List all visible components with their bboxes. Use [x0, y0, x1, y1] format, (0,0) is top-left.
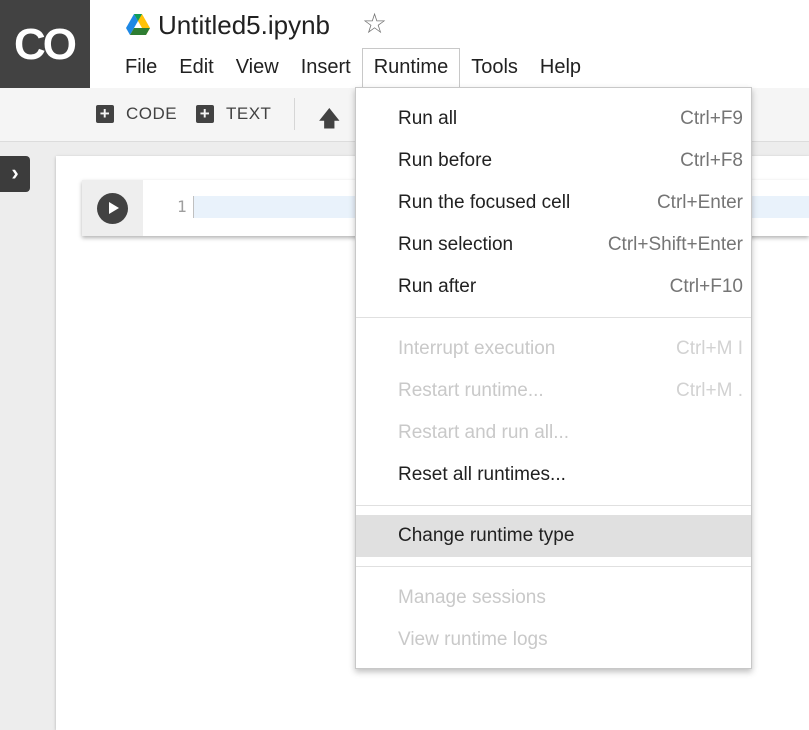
menu-edit[interactable]: Edit [168, 48, 224, 88]
move-cell-up-icon[interactable]: 🡅 [318, 102, 341, 140]
menu-item-label: View runtime logs [398, 629, 548, 650]
menu-item-interrupt-execution: Interrupt execution Ctrl+M I [356, 328, 751, 370]
menu-tools[interactable]: Tools [460, 48, 529, 88]
menu-separator [356, 317, 751, 318]
runtime-menu-dropdown: Run all Ctrl+F9 Run before Ctrl+F8 Run t… [355, 87, 752, 669]
menu-item-label: Change runtime type [398, 525, 575, 546]
menu-item-label: Run selection [398, 234, 514, 255]
menu-item-shortcut: Ctrl+M I [675, 338, 743, 359]
notebook-title[interactable]: Untitled5.ipynb [158, 10, 330, 41]
plus-icon: + [96, 105, 114, 123]
menu-item-label: Restart runtime... [398, 380, 544, 401]
menu-item-shortcut: Ctrl+F9 [680, 108, 743, 129]
menu-item-shortcut: Ctrl+Enter [656, 192, 743, 213]
menubar: File Edit View Insert Runtime Tools Help [114, 48, 592, 88]
menu-file[interactable]: File [114, 48, 168, 88]
menu-help[interactable]: Help [529, 48, 592, 88]
menu-item-restart-runtime: Restart runtime... Ctrl+M . [356, 370, 751, 412]
sidebar-toggle-chevron-right-icon[interactable]: › [0, 156, 30, 192]
menu-item-label: Run all [398, 108, 458, 129]
menu-item-label: Run before [398, 150, 493, 171]
cell-gutter [82, 180, 143, 236]
run-cell-play-icon[interactable] [97, 193, 128, 224]
menu-view[interactable]: View [225, 48, 290, 88]
add-code-button[interactable]: + CODE [96, 104, 177, 124]
menu-item-shortcut: Ctrl+F8 [680, 150, 743, 171]
colab-logo[interactable]: CO [0, 0, 90, 88]
star-icon[interactable]: ☆ [362, 10, 387, 38]
add-text-label: TEXT [226, 104, 272, 123]
menu-item-run-focused-cell[interactable]: Run the focused cell Ctrl+Enter [356, 182, 751, 224]
google-drive-icon [126, 14, 150, 35]
menu-item-reset-all-runtimes[interactable]: Reset all runtimes... [356, 454, 751, 496]
menu-item-label: Run after [398, 276, 477, 297]
logo-text: CO [14, 20, 77, 69]
menu-item-run-selection[interactable]: Run selection Ctrl+Shift+Enter [356, 224, 751, 266]
menu-item-label: Restart and run all... [398, 422, 570, 443]
add-code-label: CODE [126, 104, 178, 123]
menu-item-shortcut: Ctrl+M . [675, 380, 743, 401]
menu-runtime[interactable]: Runtime [361, 48, 461, 88]
menu-item-shortcut: Ctrl+Shift+Enter [607, 234, 743, 255]
menu-item-run-after[interactable]: Run after Ctrl+F10 [356, 266, 751, 308]
menu-item-run-before[interactable]: Run before Ctrl+F8 [356, 140, 751, 182]
plus-icon: + [196, 105, 214, 123]
menu-separator [356, 566, 751, 567]
add-text-button[interactable]: + TEXT [196, 104, 271, 124]
menu-item-label: Reset all runtimes... [398, 464, 566, 485]
menu-item-run-all[interactable]: Run all Ctrl+F9 [356, 98, 751, 140]
toolbar-divider [294, 98, 295, 130]
menu-item-label: Run the focused cell [398, 192, 571, 213]
menu-item-view-runtime-logs: View runtime logs [356, 619, 751, 661]
menu-item-change-runtime-type[interactable]: Change runtime type [356, 515, 751, 557]
line-number: 1 [177, 197, 187, 216]
menu-separator [356, 505, 751, 506]
menu-item-label: Interrupt execution [398, 338, 556, 359]
menu-item-shortcut: Ctrl+F10 [669, 276, 743, 297]
header: CO Untitled5.ipynb ☆ File Edit View Inse… [0, 0, 809, 88]
menu-item-restart-and-run-all: Restart and run all... [356, 412, 751, 454]
menu-item-manage-sessions: Manage sessions [356, 577, 751, 619]
menu-insert[interactable]: Insert [290, 48, 362, 88]
menu-item-label: Manage sessions [398, 587, 546, 608]
